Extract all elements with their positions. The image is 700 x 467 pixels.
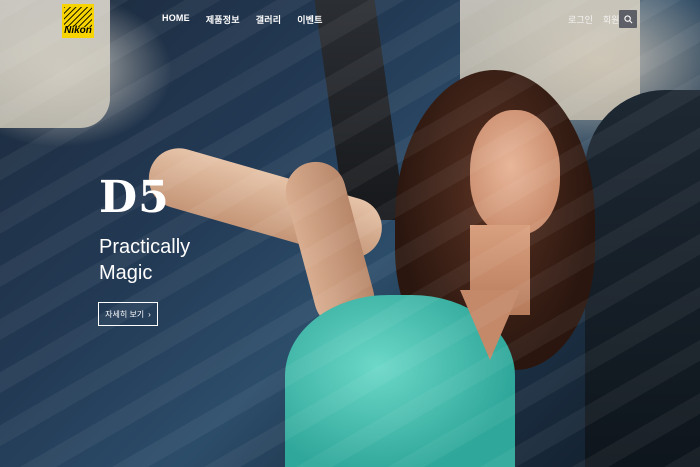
view-details-button[interactable]: 자세히 보기 › <box>98 302 158 326</box>
cta-label: 자세히 보기 <box>105 309 145 319</box>
nav-item-home[interactable]: HOME <box>162 13 190 26</box>
search-button[interactable] <box>619 10 637 28</box>
main-nav: HOME 제품정보 갤러리 이벤트 <box>162 13 339 26</box>
nav-item-products[interactable]: 제품정보 <box>206 13 240 26</box>
hero-banner: Nikon HOME 제품정보 갤러리 이벤트 로그인 회원가입 D5 Prac… <box>0 0 700 467</box>
logo-lines-icon <box>64 7 92 27</box>
chevron-right-icon: › <box>148 309 151 319</box>
nav-item-gallery[interactable]: 갤러리 <box>256 13 281 26</box>
nikon-logo[interactable]: Nikon <box>62 4 94 38</box>
car-seat <box>585 90 700 467</box>
login-link[interactable]: 로그인 <box>568 13 593 26</box>
product-model-title: D5 <box>99 172 170 223</box>
model-face <box>470 110 560 235</box>
tagline-line-1: Practically <box>99 236 191 258</box>
hero-tagline: Practically Magic <box>99 234 190 286</box>
search-icon <box>623 14 632 23</box>
logo-text: Nikon <box>64 25 92 36</box>
nav-item-events[interactable]: 이벤트 <box>297 13 322 26</box>
tagline-line-2: Magic <box>99 262 153 284</box>
